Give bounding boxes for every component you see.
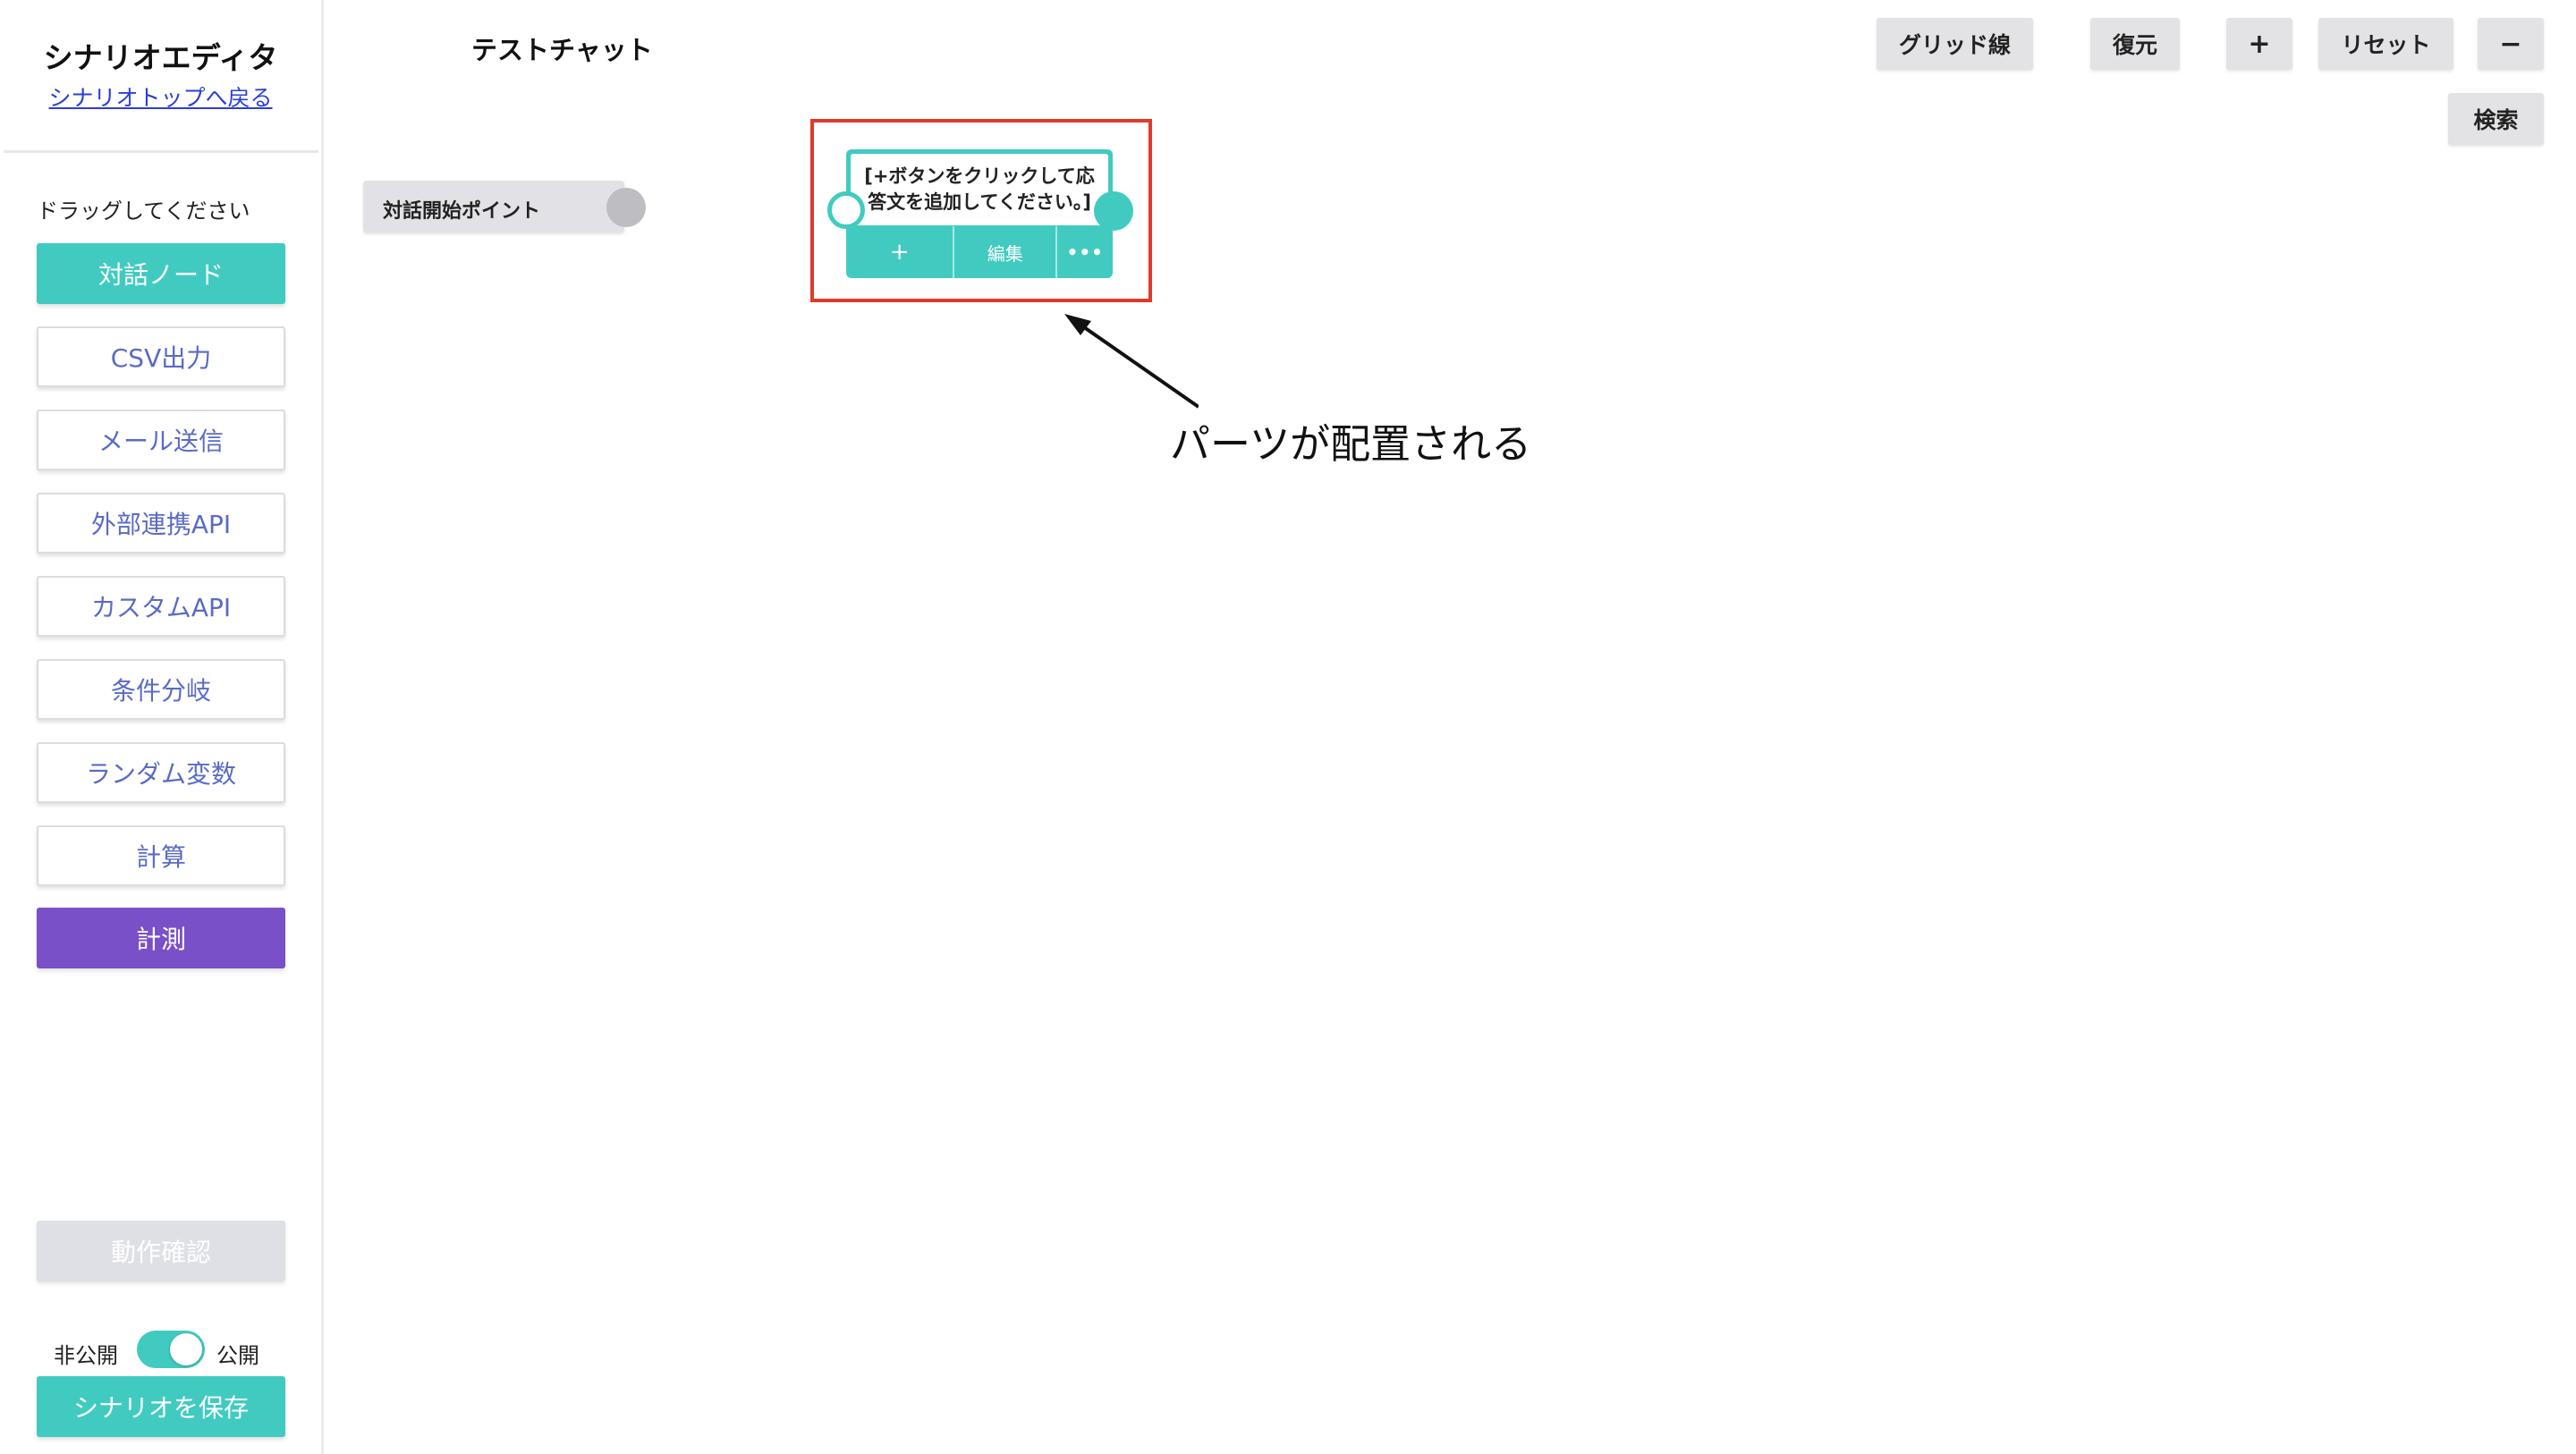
palette-random-variable[interactable]: ランダム変数	[37, 742, 285, 803]
palette-custom-api[interactable]: カスタムAPI	[37, 576, 285, 637]
zoom-out-button[interactable]: −	[2478, 18, 2544, 70]
private-label: 非公開	[54, 1343, 118, 1368]
save-scenario-button[interactable]: シナリオを保存	[37, 1376, 285, 1437]
restore-button[interactable]: 復元	[2090, 18, 2180, 70]
palette-csv-export[interactable]: CSV出力	[37, 326, 285, 387]
more-options-button[interactable]: •••	[1055, 226, 1113, 278]
reset-button[interactable]: リセット	[2318, 18, 2453, 70]
annotation-arrow-icon	[1064, 314, 1199, 409]
palette-measurement[interactable]: 計測	[37, 908, 285, 968]
palette-condition-branch[interactable]: 条件分岐	[37, 659, 285, 720]
palette-dialog-node[interactable]: 対話ノード	[37, 243, 285, 304]
palette-calculation[interactable]: 計算	[37, 825, 285, 886]
dialog-node-input-port[interactable]	[827, 191, 865, 229]
dialog-node-actions: + 編集 •••	[846, 226, 1113, 278]
sidebar: シナリオエディタ シナリオトップへ戻る ドラッグしてください 対話ノード CSV…	[0, 0, 324, 1454]
add-response-button[interactable]: +	[846, 226, 953, 278]
edit-node-button[interactable]: 編集	[953, 226, 1055, 278]
sidebar-divider	[4, 150, 318, 153]
start-node-output-port[interactable]	[606, 188, 646, 227]
annotation-caption: パーツが配置される	[1170, 420, 1532, 468]
dialog-node[interactable]: [+ボタンをクリックして応答文を追加してください。] + 編集 •••	[846, 149, 1113, 278]
publish-toggle-row: 非公開 公開	[54, 1331, 286, 1370]
start-node-label: 対話開始ポイント	[383, 200, 541, 223]
publish-toggle[interactable]	[137, 1331, 205, 1368]
back-to-scenario-top-link[interactable]: シナリオトップへ戻る	[0, 80, 321, 113]
dialog-node-output-port[interactable]	[1094, 191, 1133, 231]
palette-external-api[interactable]: 外部連携API	[37, 493, 285, 554]
zoom-in-button[interactable]: +	[2226, 18, 2292, 70]
editor-title: シナリオエディタ	[43, 40, 278, 75]
test-chat-link[interactable]: テストチャット	[471, 30, 653, 67]
grid-lines-button[interactable]: グリッド線	[1877, 18, 2033, 70]
toggle-knob	[170, 1333, 202, 1365]
dialog-start-point-node[interactable]: 対話開始ポイント	[363, 181, 646, 232]
search-button[interactable]: 検索	[2448, 93, 2544, 145]
public-label: 公開	[216, 1343, 259, 1368]
palette-send-mail[interactable]: メール送信	[37, 410, 285, 470]
dialog-node-text: [+ボタンをクリックして応答文を追加してください。]	[851, 154, 1108, 225]
drag-hint: ドラッグしてください	[37, 199, 250, 224]
verify-button[interactable]: 動作確認	[37, 1221, 285, 1281]
